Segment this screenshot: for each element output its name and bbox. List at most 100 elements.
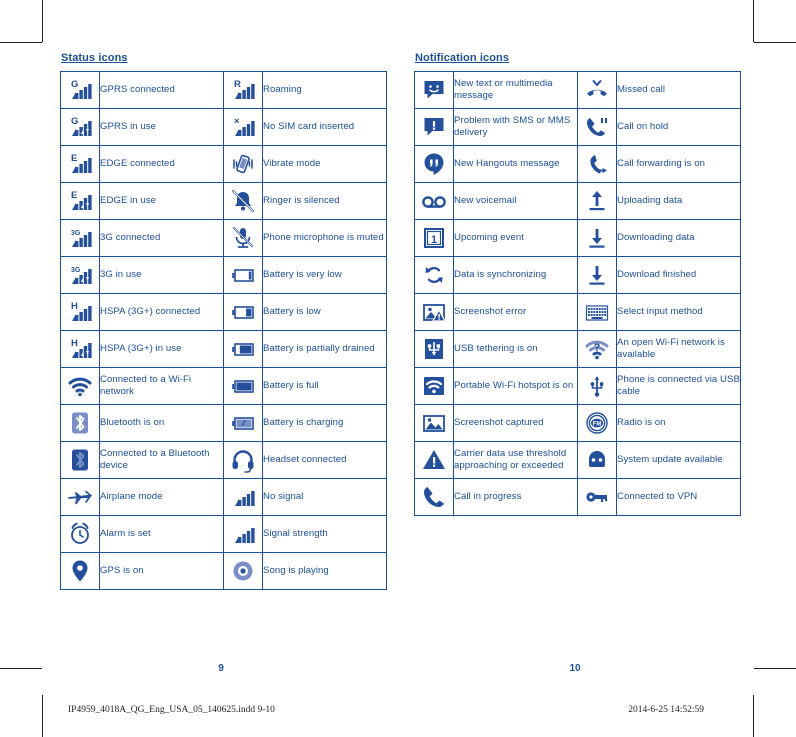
battery-charging-icon xyxy=(230,410,256,436)
icon-label: Screenshot error xyxy=(453,293,578,331)
icon-label: Call in progress xyxy=(453,478,578,516)
icon-cell xyxy=(223,182,263,220)
icon-label: Battery is partially drained xyxy=(262,330,387,368)
icon-cell xyxy=(414,256,454,294)
icon-label: 3G connected xyxy=(99,219,224,257)
icon-cell: 1 xyxy=(414,219,454,257)
icon-cell: H xyxy=(60,330,100,368)
icon-cell xyxy=(223,515,263,553)
table-row: G GPRS in use × No SIM card inserted xyxy=(60,108,387,146)
status-icons-section: Status icons G GPRS connected R Roaming … xyxy=(60,52,387,590)
icon-cell: FM xyxy=(577,404,617,442)
icon-label: EDGE connected xyxy=(99,145,224,183)
table-row: 3G 3G in use Battery is very low xyxy=(60,256,387,294)
table-row: 1 Upcoming event Downloading data xyxy=(414,219,741,257)
icon-label: Battery is low xyxy=(262,293,387,331)
battery-full-icon xyxy=(230,373,256,399)
icon-cell: G xyxy=(60,71,100,109)
select-input-method-icon xyxy=(584,299,610,325)
carrier-data-warning-icon xyxy=(421,447,447,473)
icon-label: Phone is connected via USB cable xyxy=(616,367,741,405)
headset-connected-icon xyxy=(230,447,256,473)
table-row: Data is synchronizing Download finished xyxy=(414,256,741,294)
table-row: Connected to a Bluetooth device Headset … xyxy=(60,441,387,479)
bluetooth-on-icon xyxy=(67,410,93,436)
table-row: USB tethering is on ? An open Wi-Fi netw… xyxy=(414,330,741,368)
icon-cell xyxy=(414,330,454,368)
icon-label: Upcoming event xyxy=(453,219,578,257)
icon-label: Problem with SMS or MMS delivery xyxy=(453,108,578,146)
icon-label: GPRS connected xyxy=(99,71,224,109)
icon-label: Connected to a Bluetooth device xyxy=(99,441,224,479)
icon-cell xyxy=(577,256,617,294)
table-row: H HSPA (3G+) in use Battery is partially… xyxy=(60,330,387,368)
icon-label: New voicemail xyxy=(453,182,578,220)
icon-label: Phone microphone is muted xyxy=(262,219,387,257)
download-finished-icon xyxy=(584,262,610,288)
notification-icons-section: Notification icons New text or multimedi… xyxy=(414,52,741,516)
table-row: Carrier data use threshold approaching o… xyxy=(414,441,741,479)
edge-connected-icon: E xyxy=(67,151,93,177)
icon-cell xyxy=(60,404,100,442)
icon-cell xyxy=(223,219,263,257)
call-forwarding-icon xyxy=(584,151,610,177)
table-row: Call in progress Connected to VPN xyxy=(414,478,741,516)
icon-label: USB tethering is on xyxy=(453,330,578,368)
icon-label: Screenshot captured xyxy=(453,404,578,442)
icon-cell xyxy=(414,71,454,109)
icon-cell xyxy=(414,478,454,516)
icon-label: Data is synchronizing xyxy=(453,256,578,294)
voicemail-icon xyxy=(421,188,447,214)
call-on-hold-icon xyxy=(584,114,610,140)
notification-icons-title: Notification icons xyxy=(415,52,510,64)
icon-label: New Hangouts message xyxy=(453,145,578,183)
call-in-progress-icon xyxy=(421,484,447,510)
table-row: Alarm is set Signal strength xyxy=(60,515,387,553)
icon-cell xyxy=(414,293,454,331)
icon-label: Portable Wi-Fi hotspot is on xyxy=(453,367,578,405)
icon-label: 3G in use xyxy=(99,256,224,294)
icon-cell xyxy=(223,552,263,590)
icon-label: EDGE in use xyxy=(99,182,224,220)
svg-text:H: H xyxy=(71,338,78,349)
notification-icons-table: New text or multimedia message Missed ca… xyxy=(414,71,741,516)
icon-cell: × xyxy=(223,108,263,146)
icon-cell xyxy=(577,108,617,146)
svg-text:3G: 3G xyxy=(71,267,81,274)
icon-cell: H xyxy=(60,293,100,331)
svg-text:1: 1 xyxy=(431,234,437,246)
svg-text:3G: 3G xyxy=(71,230,81,237)
icon-cell xyxy=(577,367,617,405)
icon-label: Connected to VPN xyxy=(616,478,741,516)
icon-label: Uploading data xyxy=(616,182,741,220)
table-row: Airplane mode No signal xyxy=(60,478,387,516)
svg-text:?: ? xyxy=(594,342,601,354)
svg-text:×: × xyxy=(234,116,240,127)
icon-label: Song is playing xyxy=(262,552,387,590)
no-signal-icon xyxy=(230,484,256,510)
icon-cell xyxy=(223,441,263,479)
table-row: Problem with SMS or MMS delivery Call on… xyxy=(414,108,741,146)
icon-cell xyxy=(223,145,263,183)
icon-label: HSPA (3G+) connected xyxy=(99,293,224,331)
crop-mark-bottom-right-vertical xyxy=(753,695,754,737)
icon-label: Battery is full xyxy=(262,367,387,405)
icon-label: Call on hold xyxy=(616,108,741,146)
icon-label: System update available xyxy=(616,441,741,479)
table-row: 3G 3G connected Phone microphone is mute… xyxy=(60,219,387,257)
table-row: New Hangouts message Call forwarding is … xyxy=(414,145,741,183)
vibrate-mode-icon xyxy=(230,151,256,177)
icon-label: Download finished xyxy=(616,256,741,294)
crop-mark-top-right-vertical xyxy=(753,0,754,42)
ringer-silenced-icon xyxy=(230,188,256,214)
battery-partially-drained-icon xyxy=(230,336,256,362)
icon-cell xyxy=(577,71,617,109)
table-row: E EDGE connected Vibrate mode xyxy=(60,145,387,183)
song-playing-icon xyxy=(230,558,256,584)
svg-text:H: H xyxy=(71,301,78,312)
svg-text:E: E xyxy=(71,153,77,164)
icon-label: Connected to a Wi-Fi network xyxy=(99,367,224,405)
icon-label: Call forwarding is on xyxy=(616,145,741,183)
table-row: Bluetooth is on Battery is charging xyxy=(60,404,387,442)
crop-mark-top-left-horizontal xyxy=(0,42,42,43)
